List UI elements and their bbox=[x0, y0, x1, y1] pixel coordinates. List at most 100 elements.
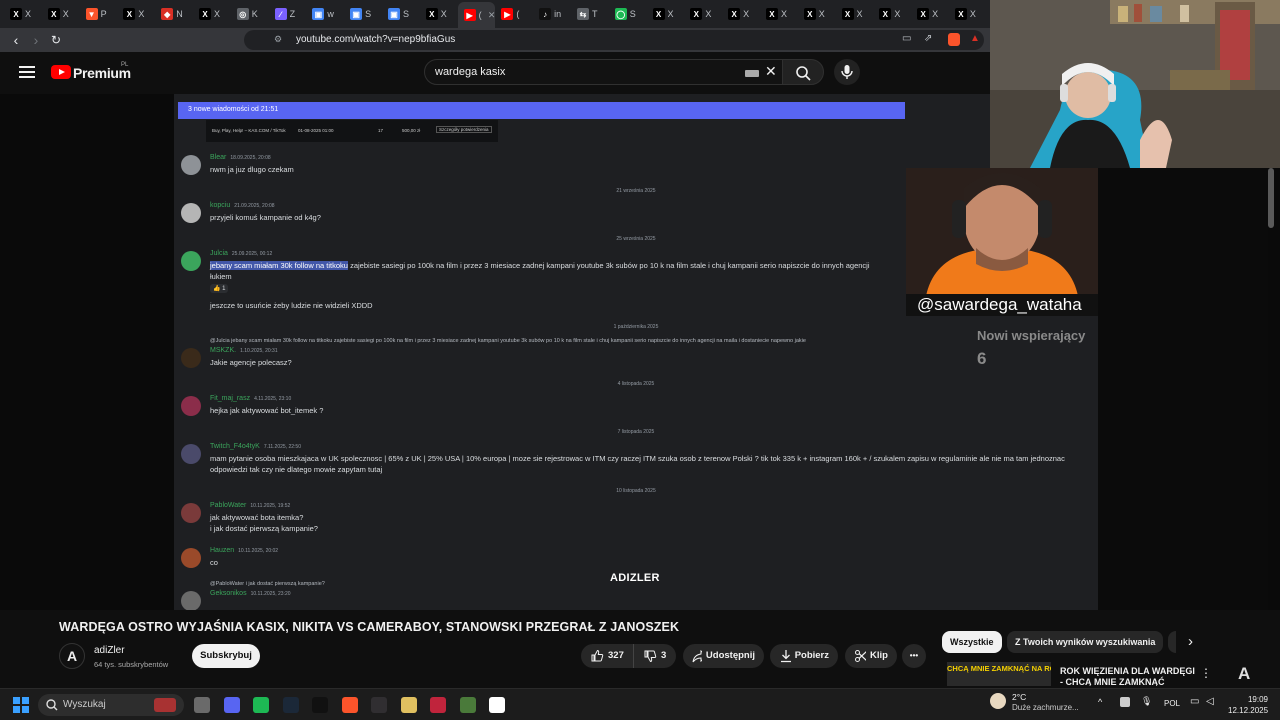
username-text: Twitch_F4o4tyK bbox=[210, 443, 260, 450]
browser-tab[interactable]: ▣ S bbox=[344, 3, 382, 25]
chevron-right-icon[interactable]: › bbox=[1188, 633, 1193, 650]
browser-tab[interactable]: XX bbox=[760, 3, 798, 25]
app-g-icon[interactable] bbox=[312, 697, 328, 713]
browser-tab[interactable]: XX bbox=[836, 3, 874, 25]
chip-from-search[interactable]: Z Twoich wyników wyszukiwania bbox=[1007, 631, 1164, 653]
browser-tab[interactable]: ⇆ T bbox=[571, 3, 609, 25]
browser-tab[interactable]: XX bbox=[117, 3, 155, 25]
subscribe-button[interactable]: Subskrybuj bbox=[192, 644, 260, 668]
browser-tab[interactable]: XX bbox=[193, 3, 231, 25]
dislike-button[interactable]: 3 bbox=[633, 644, 676, 668]
reply-preview: @PabloWater i jak dostać pierwszą kampan… bbox=[210, 581, 325, 587]
more-actions-button[interactable]: ••• bbox=[902, 644, 926, 668]
browser-tab[interactable]: XX bbox=[647, 3, 685, 25]
rewards-icon[interactable]: ▲ bbox=[970, 33, 980, 44]
like-button[interactable]: 327 bbox=[581, 644, 633, 668]
scrollbar-thumb[interactable] bbox=[1268, 168, 1274, 228]
username-text: Blear bbox=[210, 154, 227, 161]
message-body: zajebiste sasiegi po 100k na film i prze… bbox=[347, 261, 870, 270]
channel-avatar[interactable]: A bbox=[59, 643, 85, 669]
tray-app-icon[interactable] bbox=[1120, 697, 1130, 707]
obs-icon[interactable] bbox=[371, 697, 387, 713]
l-app-icon[interactable] bbox=[459, 697, 476, 713]
steam-icon[interactable] bbox=[282, 697, 299, 713]
download-button[interactable]: Pobierz bbox=[770, 644, 838, 668]
task-view-icon[interactable] bbox=[194, 697, 210, 713]
browser-tab[interactable]: ▼ P bbox=[80, 3, 118, 25]
share-button[interactable]: Udostępnij bbox=[683, 644, 764, 668]
keyboard-language[interactable]: POL bbox=[1164, 699, 1180, 708]
brave-icon[interactable] bbox=[341, 697, 358, 713]
browser-tab[interactable]: ◯ S bbox=[609, 3, 647, 25]
browser-tab[interactable]: XX bbox=[949, 3, 987, 25]
clip-button[interactable]: Klip bbox=[845, 644, 897, 668]
message-body: jak aktywować bota itemka? bbox=[210, 513, 304, 522]
chip-all[interactable]: Wszystkie bbox=[942, 631, 1002, 653]
browser-tab-title: Z bbox=[289, 9, 296, 19]
browser-tab[interactable]: XX bbox=[798, 3, 836, 25]
cast-icon[interactable]: ▭ bbox=[902, 33, 911, 44]
close-tab-icon[interactable]: ✕ bbox=[488, 10, 496, 21]
voice-search-button[interactable] bbox=[834, 59, 860, 85]
discord-icon[interactable] bbox=[223, 697, 240, 713]
reload-button[interactable]: ↻ bbox=[48, 32, 64, 48]
clear-search-icon[interactable]: ✕ bbox=[765, 63, 777, 80]
message-timestamp: 25.09.2025, 00:12 bbox=[231, 251, 273, 257]
site-info-icon[interactable]: ⚙ bbox=[274, 34, 282, 45]
browser-tab[interactable]: ▶(✕ bbox=[457, 2, 496, 28]
microphone-tray-icon[interactable]: 🎙 bbox=[1141, 696, 1152, 707]
menu-icon[interactable] bbox=[19, 66, 35, 78]
browser-tab[interactable]: ∕ Z bbox=[269, 3, 307, 25]
browser-tab-title: P bbox=[100, 9, 107, 19]
x-icon: X bbox=[690, 8, 703, 20]
message-timestamp: 18.09.2025, 20:08 bbox=[230, 155, 271, 161]
windows-start-icon[interactable] bbox=[13, 697, 29, 713]
browser-tab[interactable]: XX bbox=[911, 3, 949, 25]
browser-tab[interactable]: XX bbox=[42, 3, 80, 25]
shield-app-icon[interactable] bbox=[400, 697, 417, 713]
browser-tab[interactable]: ▣ w bbox=[306, 3, 344, 25]
youtube-logo-icon[interactable] bbox=[51, 65, 71, 79]
browser-tab-title: X bbox=[213, 9, 220, 19]
share-icon[interactable]: ⇗ bbox=[924, 33, 932, 44]
recommended-menu-icon[interactable]: ⋮ bbox=[1200, 666, 1212, 680]
browser-tab[interactable]: XX bbox=[684, 3, 722, 25]
forward-button[interactable]: › bbox=[28, 32, 44, 48]
search-input-value: wardega kasix bbox=[435, 66, 506, 78]
tray-chevron-icon[interactable]: ^ bbox=[1098, 697, 1102, 707]
address-bar[interactable]: ⚙ youtube.com/watch?v=nep9bfiaGus ▭ ⇗ ▲ bbox=[244, 30, 984, 50]
taskbar-clock[interactable]: 19:09 12.12.2025 bbox=[1228, 694, 1268, 716]
browser-tab[interactable]: ♪ in bbox=[533, 3, 571, 25]
recommended-thumbnail[interactable]: CHCĄ MNIE ZAMKNĄĆ NA ROK bbox=[947, 662, 1051, 686]
k-app-icon[interactable] bbox=[430, 697, 446, 713]
brave-icon: ▼ bbox=[85, 8, 98, 20]
back-button[interactable]: ‹ bbox=[8, 32, 24, 48]
clock-date: 12.12.2025 bbox=[1228, 706, 1269, 715]
brave-shield-icon[interactable] bbox=[948, 33, 960, 46]
message-text: przyjeli komuś kampanie od k4g? bbox=[210, 213, 321, 222]
browser-tab[interactable]: XX bbox=[4, 3, 42, 25]
search-button[interactable] bbox=[782, 59, 824, 85]
clock-time: 19:09 bbox=[1247, 695, 1268, 704]
channel-name[interactable]: adiZler bbox=[94, 645, 125, 656]
browser-tab[interactable]: XX bbox=[873, 3, 911, 25]
chip-next-partial[interactable] bbox=[1168, 631, 1176, 653]
scissors-icon bbox=[855, 650, 867, 662]
browser-tab[interactable]: ▶( bbox=[495, 3, 533, 25]
x-icon: X bbox=[954, 8, 967, 20]
browser-tab-title: X bbox=[25, 9, 32, 19]
browser-tab[interactable]: XX bbox=[722, 3, 760, 25]
browser-tab[interactable]: ▣ S bbox=[382, 3, 420, 25]
spotify-icon[interactable] bbox=[253, 697, 269, 713]
browser-tab[interactable]: ◎ K bbox=[231, 3, 269, 25]
recommended-title[interactable]: ROK WIĘZIENIA DLA WARDĘGI - CHCĄ MNIE ZA… bbox=[1060, 666, 1200, 686]
taskbar-search-input[interactable]: Wyszukaj bbox=[38, 694, 184, 716]
network-icon[interactable]: ▭ bbox=[1190, 696, 1199, 707]
keyboard-icon[interactable] bbox=[745, 70, 759, 77]
browser-tab[interactable]: ◆ N bbox=[155, 3, 193, 25]
panda-icon[interactable] bbox=[489, 697, 505, 713]
search-input[interactable]: wardega kasix ✕ bbox=[424, 59, 786, 85]
browser-tab[interactable]: XX bbox=[420, 3, 458, 25]
username: Hauzen 10.11.2025, 20:02 bbox=[210, 547, 278, 554]
volume-icon[interactable]: ◁ bbox=[1206, 696, 1214, 707]
